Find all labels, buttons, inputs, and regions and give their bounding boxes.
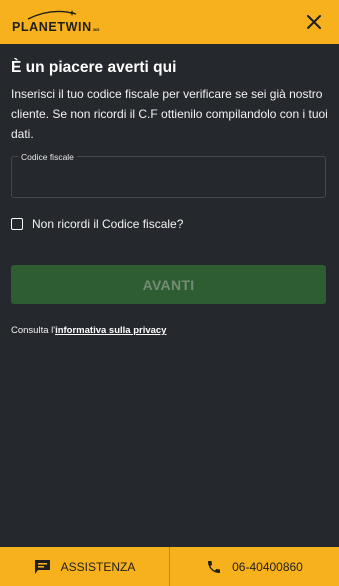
- header: PLANETWIN 365: [0, 0, 339, 44]
- phone-label: 06-40400860: [232, 559, 303, 574]
- codice-fiscale-field[interactable]: Codice fiscale: [11, 151, 326, 198]
- welcome-section: È un piacere averti qui Inserisci il tuo…: [11, 58, 329, 144]
- privacy-prefix: Consulta l': [11, 325, 56, 336]
- phone-icon: [208, 560, 221, 573]
- logo-text: PLANETWIN: [12, 20, 92, 34]
- logo-swoosh-icon: [27, 10, 77, 20]
- privacy-link[interactable]: informativa sulla privacy: [55, 325, 166, 336]
- logo-suffix: 365: [92, 26, 100, 32]
- forgot-cf-label[interactable]: Non ricordi il Codice fiscale?: [32, 216, 183, 232]
- assistance-button[interactable]: ASSISTENZA: [0, 547, 169, 586]
- page-title: È un piacere averti qui: [11, 59, 177, 76]
- phone-button[interactable]: 06-40400860: [169, 547, 339, 586]
- description-text: Inserisci il tuo codice fiscale per veri…: [11, 87, 328, 141]
- codice-fiscale-input[interactable]: [12, 157, 325, 197]
- privacy-notice: Consulta l'informativa sulla privacy: [11, 325, 166, 337]
- planetwin-logo[interactable]: PLANETWIN 365: [12, 0, 99, 44]
- close-button[interactable]: [303, 11, 325, 33]
- forgot-cf-checkbox[interactable]: [11, 218, 23, 230]
- footer-bar: ASSISTENZA 06-40400860: [0, 547, 339, 586]
- assistance-label: ASSISTENZA: [60, 559, 136, 574]
- close-icon: [307, 15, 321, 29]
- avanti-button[interactable]: AVANTI: [11, 265, 326, 304]
- forgot-cf-row[interactable]: Non ricordi il Codice fiscale?: [11, 216, 183, 232]
- chat-icon: [34, 559, 50, 574]
